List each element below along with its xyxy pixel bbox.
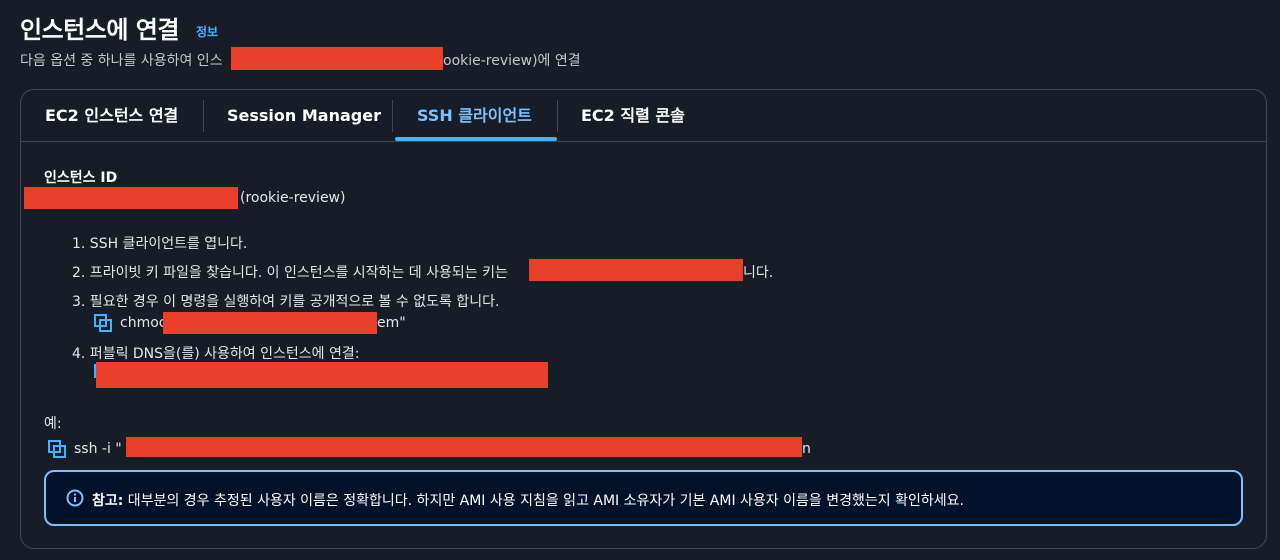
instance-id-label: 인스턴스 ID (44, 170, 118, 186)
tab-ssh-client[interactable]: SSH 클라이언트 (417, 90, 532, 142)
chmod-command-suffix: em" (377, 315, 406, 331)
alert-text: 참고: 대부분의 경우 추정된 사용자 이름은 정확합니다. 하지만 AMI 사… (92, 490, 964, 510)
copy-icon[interactable] (94, 314, 112, 332)
ssh-command-prefix: ssh -i " (74, 441, 122, 457)
active-tab-indicator (395, 137, 557, 141)
step-1: 1. SSH 클라이언트를 엽니다. (72, 236, 248, 252)
info-link[interactable]: 정보 (196, 23, 218, 40)
redacted-ssh-command (126, 437, 802, 457)
redacted-instance-id (231, 47, 443, 70)
step-2-prefix: 2. 프라이빗 키 파일을 찾습니다. 이 인스턴스를 시작하는 데 사용되는 … (72, 265, 508, 281)
step-3: 3. 필요한 경우 이 명령을 실행하여 키를 공개적으로 볼 수 없도록 합니… (72, 294, 500, 310)
example-label: 예: (44, 416, 62, 432)
alert-message: 대부분의 경우 추정된 사용자 이름은 정확합니다. 하지만 AMI 사용 지침… (123, 493, 964, 509)
tab-session-manager[interactable]: Session Manager (227, 90, 381, 142)
instance-name: (rookie-review) (240, 190, 346, 206)
tab-bar: EC2 인스턴스 연결 Session Manager SSH 클라이언트 EC… (21, 90, 1266, 142)
tab-separator (203, 100, 204, 132)
alert-label: 참고: (92, 493, 124, 509)
tab-ec2-serial-console[interactable]: EC2 직렬 콘솔 (581, 90, 685, 142)
chmod-command-prefix: chmoc (120, 315, 167, 331)
redacted-public-dns (96, 362, 548, 388)
copy-icon[interactable] (48, 440, 66, 458)
note-alert: 참고: 대부분의 경우 추정된 사용자 이름은 정확합니다. 하지만 AMI 사… (44, 470, 1243, 526)
info-circle-icon (66, 489, 84, 507)
tab-ec2-instance-connect[interactable]: EC2 인스턴스 연결 (45, 90, 178, 142)
redacted-key-file (163, 312, 377, 334)
step-2-suffix: 니다. (743, 265, 774, 281)
redacted-instance-id-value (24, 187, 238, 209)
step-4: 4. 퍼블릭 DNS을(를) 사용하여 인스턴스에 연결: (72, 346, 360, 362)
subtitle-prefix: 다음 옵션 중 하나를 사용하여 인스 (20, 53, 223, 69)
page-title: 인스턴스에 연결 (20, 16, 179, 44)
subtitle-suffix: ookie-review)에 연결 (443, 53, 581, 69)
tab-separator (557, 100, 558, 132)
tab-separator (392, 100, 393, 132)
redacted-key-name (529, 259, 743, 281)
ssh-command-suffix: n (802, 441, 811, 457)
